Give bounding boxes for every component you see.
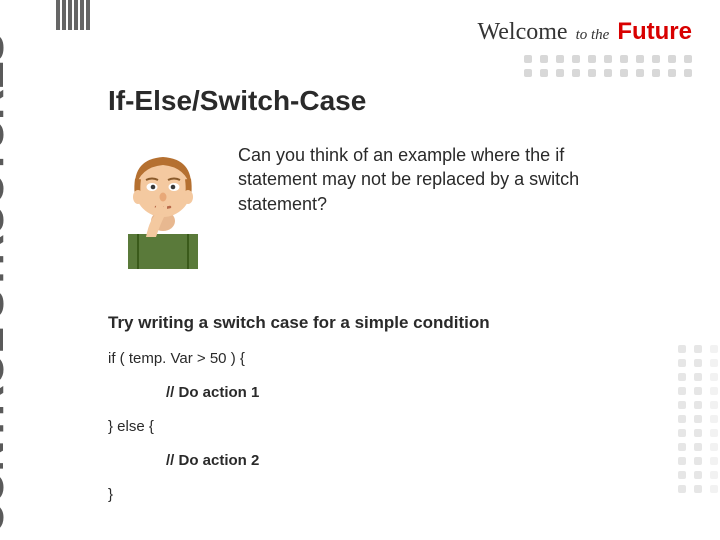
sidebar-section-label: CONTROL STRUCTURES [0, 34, 14, 534]
slide-title: If-Else/Switch-Case [108, 85, 696, 117]
sidebar-vertical-banner: CONTROL STRUCTURES [0, 0, 100, 540]
code-line-4: // Do action 2 [108, 449, 696, 473]
vertical-bars-decoration [56, 0, 106, 30]
welcome-word: Welcome [478, 19, 568, 46]
to-the-word: to the [576, 27, 610, 44]
future-word: Future [617, 18, 692, 46]
slide-content: If-Else/Switch-Case Can you [108, 85, 696, 517]
thinking-person-illustration [108, 139, 218, 269]
code-line-2: // Do action 1 [108, 381, 696, 405]
code-line-5: } [108, 483, 696, 507]
code-block: if ( temp. Var > 50 ) { // Do action 1 }… [108, 347, 696, 507]
header-welcome-brand: Welcome to the Future [478, 18, 692, 46]
code-line-3: } else { [108, 415, 696, 439]
try-line: Try writing a switch case for a simple c… [108, 313, 696, 333]
question-text: Can you think of an example where the if… [238, 139, 598, 216]
code-line-1: if ( temp. Var > 50 ) { [108, 347, 696, 371]
question-row: Can you think of an example where the if… [108, 139, 696, 269]
dot-grid-top-right [524, 55, 694, 79]
